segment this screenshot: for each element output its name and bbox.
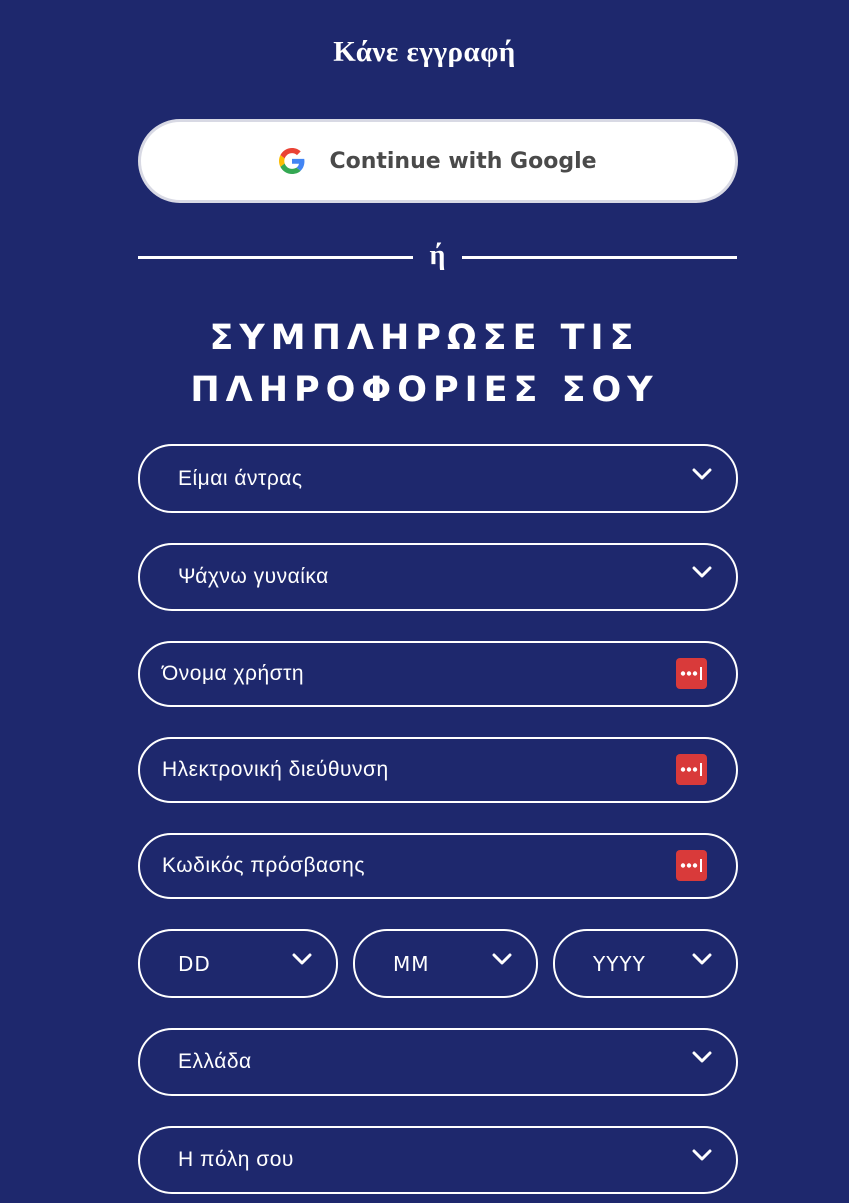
city-select-value: Η πόλη σου bbox=[178, 1148, 294, 1171]
birth-day-select[interactable]: DD bbox=[138, 929, 338, 998]
google-icon bbox=[279, 148, 305, 174]
password-manager-icon[interactable] bbox=[676, 658, 707, 689]
gender-select-value: Είμαι άντρας bbox=[178, 466, 303, 490]
city-select[interactable]: Η πόλη σου bbox=[138, 1126, 738, 1194]
password-manager-icon[interactable] bbox=[676, 754, 707, 785]
country-select[interactable]: Ελλάδα bbox=[138, 1028, 738, 1096]
birth-year-select[interactable]: YYYY bbox=[553, 929, 738, 998]
continue-with-google-button[interactable]: Continue with Google bbox=[138, 119, 738, 203]
seeking-select[interactable]: Ψάχνω γυναίκα bbox=[138, 543, 738, 611]
password-placeholder: Κωδικός πρόσβασης bbox=[162, 854, 365, 877]
divider-line-right bbox=[462, 256, 737, 259]
password-manager-icon[interactable] bbox=[676, 850, 707, 881]
or-text: ή bbox=[429, 240, 446, 271]
google-button-label: Continue with Google bbox=[329, 148, 597, 174]
password-input[interactable]: Κωδικός πρόσβασης bbox=[138, 833, 738, 899]
username-placeholder: Όνομα χρήστη bbox=[162, 662, 305, 685]
chevron-down-icon bbox=[692, 468, 712, 479]
chevron-down-icon bbox=[692, 1051, 712, 1063]
chevron-down-icon bbox=[692, 953, 712, 964]
username-input[interactable]: Όνομα χρήστη bbox=[138, 641, 738, 707]
chevron-down-icon bbox=[692, 566, 712, 578]
seeking-select-value: Ψάχνω γυναίκα bbox=[178, 565, 329, 588]
form-heading-line-1: ΣΥΜΠΛΗΡΩΣΕ ΤΙΣ bbox=[209, 318, 640, 358]
divider-line-left bbox=[138, 256, 413, 259]
signup-page: Κάνε εγγραφή Continue with Google ή ΣΥΜΠ… bbox=[0, 0, 849, 1203]
chevron-down-icon bbox=[692, 1149, 712, 1161]
form-heading-line-2: ΠΛΗΡΟΦΟΡΙΕΣ ΣΟΥ bbox=[190, 370, 659, 410]
email-placeholder: Ηλεκτρονική διεύθυνση bbox=[162, 758, 389, 781]
gender-select[interactable]: Είμαι άντρας bbox=[138, 444, 738, 513]
country-select-value: Ελλάδα bbox=[178, 1050, 252, 1073]
signup-title: Κάνε εγγραφή bbox=[333, 36, 516, 68]
birth-month-select[interactable]: MM bbox=[353, 929, 538, 998]
form-heading: ΣΥΜΠΛΗΡΩΣΕ ΤΙΣ ΠΛΗΡΟΦΟΡΙΕΣ ΣΟΥ bbox=[0, 312, 849, 416]
birth-day-value: DD bbox=[178, 951, 211, 976]
chevron-down-icon bbox=[292, 953, 312, 964]
or-divider: ή bbox=[138, 238, 738, 278]
birth-month-value: MM bbox=[393, 951, 430, 976]
email-input[interactable]: Ηλεκτρονική διεύθυνση bbox=[138, 737, 738, 803]
birth-year-value: YYYY bbox=[593, 951, 646, 976]
chevron-down-icon bbox=[492, 953, 512, 964]
